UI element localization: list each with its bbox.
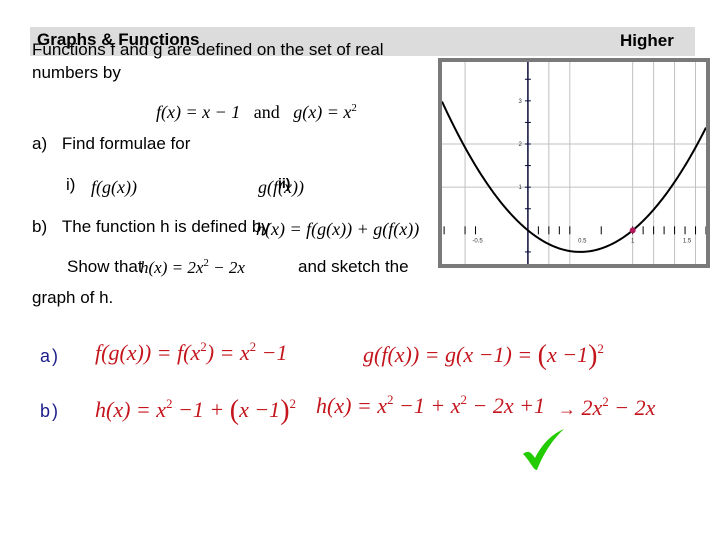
show-expr-part-b: − 2x [208, 258, 245, 277]
y-tick-label: 3 [519, 99, 523, 105]
y-tick-label: 2 [519, 142, 523, 148]
arrow-icon: → [558, 399, 576, 419]
f-definition: f(x) = x − 1 [156, 102, 241, 122]
answer-gf-exp: 2 [597, 341, 604, 356]
graph-frame: -0.5 0.5 1 1.5 1 2 3 [438, 58, 710, 268]
part-b-text: The function h is defined by [61, 217, 270, 236]
h-definition: h(x) = f(g(x)) + g(f(x)) [256, 219, 419, 240]
answer-h1-inner: x −1 [239, 397, 281, 422]
answer-a-label: a) [40, 346, 61, 366]
answer-b-h1: h(x) = x2 −1 + (x −1)2 [95, 395, 296, 427]
x-tick-label: 1 [631, 238, 635, 244]
graph-of-h-text: graph of h. [32, 288, 114, 307]
answer-b-h2: h(x) = x2 −1 + x2 − 2x +1 [316, 393, 545, 419]
level-label: Higher [620, 31, 674, 50]
x-tick-label: 0.5 [578, 238, 587, 244]
answer-fg-part3: −1 [256, 340, 288, 365]
answer-h1-part1: h(x) = x [95, 397, 167, 422]
answer-h1-part2: −1 + [172, 397, 230, 422]
answer-gf-part1: g(f(x)) = g(x −1) = [363, 342, 538, 367]
x-tick-label: 1.5 [683, 238, 692, 244]
part-a-text: Find formulae for [61, 134, 191, 153]
and-word: and [253, 102, 280, 122]
answer-h1-paren-close: ) [280, 395, 290, 426]
function-definitions: f(x) = x − 1 and g(x) = x2 [156, 102, 357, 123]
part-a-i-label: i) [66, 175, 76, 194]
part-a-prompt: a) Find formulae for [32, 134, 190, 154]
answer-h1-paren-open: ( [229, 395, 240, 426]
answer-gf-paren-open: ( [537, 340, 547, 371]
answer-h2-part2: −1 + x [393, 393, 461, 418]
intro-text: Functions f and g are defined on the set… [32, 40, 384, 59]
answer-b-label: b) [40, 401, 61, 421]
show-expression: h(x) = 2x2 − 2x [140, 258, 245, 278]
g-exponent: 2 [351, 102, 357, 114]
h-definition-expr: h(x) = f(g(x)) + g(f(x)) [256, 219, 420, 239]
answer-h2-part3: − 2x +1 [467, 393, 545, 418]
answer-h1-exp2: 2 [289, 396, 297, 411]
g-definition: g(x) = x [293, 102, 352, 122]
show-expr-part-a: h(x) = 2x [140, 258, 204, 277]
answer-b-h3: → 2x2 − 2x [558, 395, 655, 421]
y-tick-label: 1 [519, 185, 523, 191]
answer-a-fg: f(g(x)) = f(x2) = x2 −1 [95, 340, 288, 366]
part-b-label: b) [32, 217, 48, 236]
h-curve [442, 101, 706, 253]
sketch-text: and sketch the [298, 257, 409, 276]
x-tick-label: -0.5 [472, 238, 483, 244]
answer-h3-part2: − 2x [608, 395, 656, 420]
h-graph: -0.5 0.5 1 1.5 1 2 3 [442, 62, 706, 264]
question-intro-line1: Functions f and g are defined on the set… [32, 40, 384, 60]
answer-a-gf: g(f(x)) = g(x −1) = (x −1)2 [363, 340, 604, 372]
show-that-label: Show that [67, 257, 143, 276]
fg-expression: f(g(x)) [91, 177, 137, 197]
part-b-prompt: b) The function h is defined by [32, 217, 270, 237]
checkmark-icon [520, 428, 566, 477]
answer-fg-part2: ) = x [206, 340, 250, 365]
question-intro-line2: numbers by [32, 63, 121, 82]
highlighted-point [629, 227, 636, 234]
part-a-label: a) [32, 134, 48, 153]
part-a-ii-label: ii) [278, 175, 291, 191]
answer-h2-part1: h(x) = x [316, 393, 388, 418]
answer-fg-part1: f(g(x)) = f(x [95, 340, 201, 365]
part-a-i-expression: f(g(x)) [91, 177, 137, 198]
answer-gf-inner: x −1 [546, 342, 589, 367]
answer-h3-part1: 2x [581, 395, 603, 420]
